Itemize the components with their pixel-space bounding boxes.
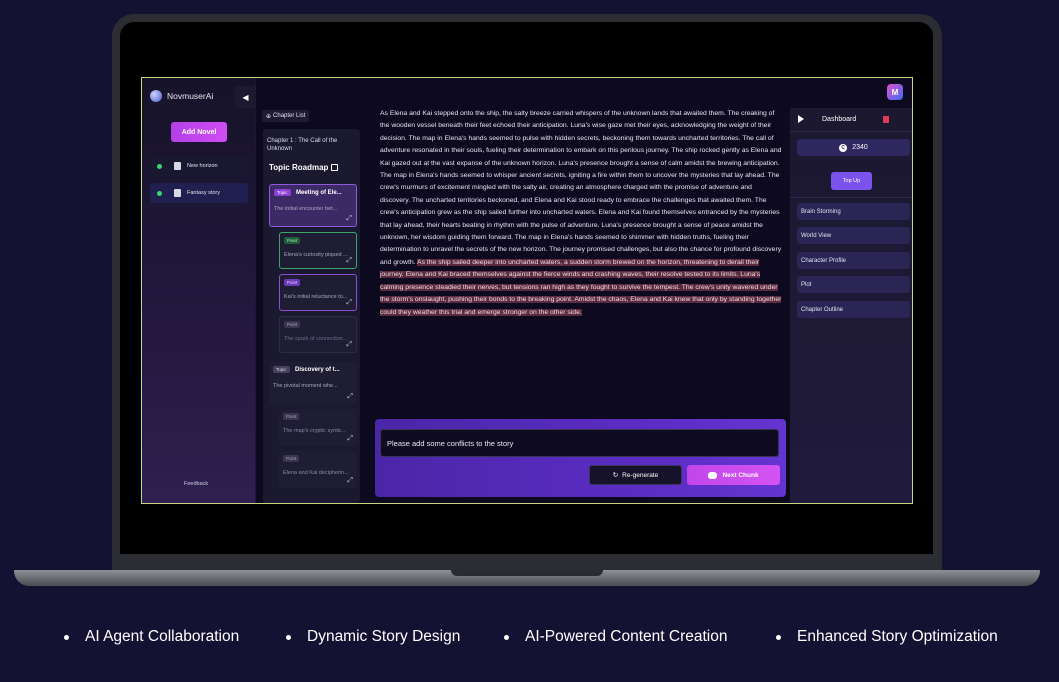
point-card[interactable]: Point The spark of connection... ⤢ [279,316,357,353]
bullet-icon [504,634,509,640]
expand-icon[interactable]: ⤢ [347,393,353,401]
add-novel-button[interactable]: Add Novel [171,122,227,142]
expand-icon[interactable]: ⤢ [346,215,352,223]
feature-item: Dynamic Story Design [286,628,460,646]
credits-display: C 2340 [797,139,910,156]
trash-icon[interactable] [883,116,889,123]
bullet-icon [286,634,291,640]
novel-item[interactable]: Fantasy story [150,183,248,203]
roadmap-title-label: Topic Roadmap [269,163,329,172]
coin-icon: C [839,143,848,152]
point-description: The map's cryptic symb... [283,428,346,434]
feature-label: AI Agent Collaboration [85,628,240,645]
next-chunk-label: Next Chunk [722,471,759,479]
feature-item: AI Agent Collaboration [64,628,239,646]
next-chunk-button[interactable]: Next Chunk [687,465,780,485]
topic-description: The pivotal moment whe... [273,383,338,389]
novel-label: Fantasy story [187,190,221,196]
topic-card[interactable]: Topic Meeting of Ele... The initial enco… [269,184,357,227]
point-description: Elena and Kai decipherin... [283,470,349,476]
bullet-icon [776,634,781,640]
point-tag: Point [283,455,300,462]
feature-label: Dynamic Story Design [307,628,461,645]
top-up-button[interactable]: Top Up [831,172,872,190]
feature-item: Enhanced Story Optimization [776,628,998,646]
expand-icon[interactable]: ⤢ [347,477,353,485]
app-window: NovmuserAi ◀ Add Novel New horizon Fanta… [141,77,913,504]
point-tag: Point [284,279,301,286]
prompt-panel: Please add some conflicts to the story ↻… [375,419,786,497]
dashboard-label: Dashboard [822,116,857,123]
topic-card[interactable]: Topic Discovery of t... The pivotal mome… [269,362,357,404]
list-icon: ⊕ [266,113,272,120]
sidebar: NovmuserAi ◀ Add Novel New horizon Fanta… [142,78,256,503]
roadmap-panel: Chapter 1 : The Call of the Unknown Topi… [263,129,360,503]
regenerate-button[interactable]: ↻ Re-generate [589,465,682,485]
story-paragraph: As Elena and Kai stepped onto the ship, … [380,110,782,266]
topic-heading: Meeting of Ele... [296,190,342,196]
tool-character-profile[interactable]: Character Profile [797,252,910,269]
chapter-title: Chapter 1 : The Call of the Unknown [267,138,338,152]
tool-world-view[interactable]: World View [797,227,910,244]
feature-label: Enhanced Story Optimization [797,628,998,645]
topic-description: The initial encounter bet... [274,206,338,212]
point-description: Kai's initial reluctance to... [284,294,348,300]
novel-item[interactable]: New horizon [150,156,248,176]
story-text[interactable]: As Elena and Kai stepped onto the ship, … [380,108,783,319]
highlighted-passage: As the ship sailed deeper into uncharted… [380,258,782,316]
topic-tag: Topic [273,366,290,373]
right-panel: Dashboard C 2340 Top Up Brain Storming W… [790,108,912,503]
brand: NovmuserAi [150,90,213,102]
status-dot-icon [157,190,162,196]
brand-name: NovmuserAi [167,91,214,101]
point-card[interactable]: Point Elena's curiosity piqued ... ⤢ [279,232,357,269]
point-card[interactable]: Point Kai's initial reluctance to... ⤢ [279,274,357,311]
tool-brain-storming[interactable]: Brain Storming [797,203,910,220]
point-tag: Point [283,413,300,420]
features-list: AI Agent Collaboration Dynamic Story Des… [0,628,1059,650]
chapter-list-label: Chapter List [273,113,306,119]
chapter-list-button[interactable]: ⊕ Chapter List [262,110,310,122]
prompt-input[interactable]: Please add some conflicts to the story [380,429,779,457]
feature-label: AI-Powered Content Creation [525,628,728,645]
feature-item: AI-Powered Content Creation [504,628,727,646]
collapse-sidebar-button[interactable]: ◀ [235,86,256,108]
point-tag: Point [284,321,301,328]
status-dot-icon [157,163,162,169]
point-tag: Point [284,237,301,244]
edit-icon[interactable] [331,164,339,171]
feedback-link[interactable]: Feedback [184,481,208,487]
expand-icon[interactable]: ⤢ [346,257,352,265]
tool-chapter-outline[interactable]: Chapter Outline [797,301,910,318]
point-description: The spark of connection... [284,336,348,342]
roadmap-title: Topic Roadmap [269,163,339,172]
expand-icon[interactable]: ⤢ [346,299,352,307]
expand-icon[interactable]: ⤢ [347,435,353,443]
point-card[interactable]: Point The map's cryptic symb... ⤢ [279,409,357,446]
document-icon [174,162,181,170]
regenerate-label: Re-generate [622,471,659,479]
refresh-icon: ↻ [612,472,619,479]
divider [790,197,912,198]
topic-heading: Discovery of t... [295,367,340,373]
tool-plot[interactable]: Plot [797,276,910,293]
avatar[interactable]: M [887,84,903,100]
topic-tag: Topic [274,189,291,196]
bullet-icon [64,634,69,640]
document-icon [174,189,181,197]
dashboard-row: Dashboard [790,108,912,132]
robot-icon [708,471,718,479]
laptop-notch [451,570,603,576]
play-icon[interactable] [798,115,804,123]
credits-value: 2340 [852,144,868,151]
novel-label: New horizon [187,163,218,169]
point-card[interactable]: Point Elena and Kai decipherin... ⤢ [279,451,357,488]
roadmap-area: ⊕ Chapter List Chapter 1 : The Call of t… [259,108,371,503]
chevron-left-icon: ◀ [242,92,249,102]
point-description: Elena's curiosity piqued ... [284,252,348,258]
expand-icon[interactable]: ⤢ [346,341,352,349]
planet-logo-icon [150,90,162,102]
